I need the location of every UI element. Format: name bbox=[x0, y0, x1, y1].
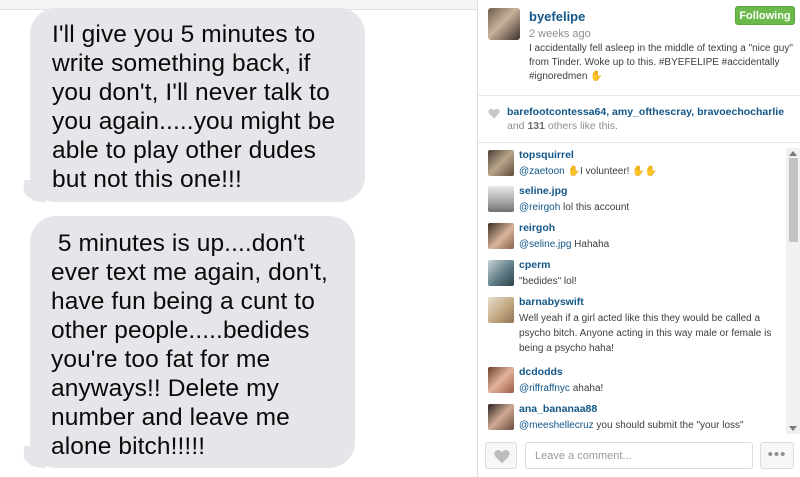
message-line: have fun being a cunt to bbox=[51, 288, 315, 315]
comment-body: Hahaha bbox=[571, 239, 610, 250]
message-line: able to play other dudes bbox=[52, 137, 316, 164]
post-footer: ••• bbox=[478, 434, 800, 477]
comments-list: topsquirrel @zaetoon ✋I volunteer! ✋✋ se… bbox=[478, 148, 786, 434]
commenter-avatar[interactable] bbox=[488, 150, 514, 176]
message-line: anyways!! Delete my bbox=[51, 375, 279, 402]
message-line: you're too fat for me bbox=[51, 346, 271, 373]
comment-body: "bedides" lol! bbox=[519, 276, 577, 287]
following-button[interactable]: Following bbox=[735, 6, 795, 25]
commenter-avatar[interactable] bbox=[488, 186, 514, 212]
message-line: I'll give you 5 minutes to bbox=[52, 21, 316, 48]
comment-text: "bedides" lol! bbox=[519, 274, 781, 289]
heart-icon bbox=[488, 108, 500, 119]
comment-body: ahaha! bbox=[569, 383, 604, 394]
comment-mention[interactable]: @reirgoh bbox=[519, 202, 560, 213]
divider bbox=[478, 95, 800, 96]
comment-username[interactable]: reirgoh bbox=[519, 222, 555, 234]
post-caption: I accidentally fell asleep in the middle… bbox=[529, 43, 793, 82]
liker-link[interactable]: amy_ofthescray bbox=[612, 106, 691, 118]
comment-body: Well yeah if a girl acted like this they… bbox=[519, 313, 772, 354]
owner-avatar[interactable] bbox=[488, 8, 520, 40]
commenter-avatar[interactable] bbox=[488, 404, 514, 430]
comment-mention[interactable]: @zaetoon bbox=[519, 166, 565, 177]
scroll-up-arrow-icon[interactable] bbox=[789, 151, 797, 156]
commenter-avatar[interactable] bbox=[488, 223, 514, 249]
message-line: other people.....bedides bbox=[51, 317, 310, 344]
like-button[interactable] bbox=[485, 442, 517, 469]
comment-body: ✋I volunteer! ✋✋ bbox=[564, 166, 658, 177]
more-options-icon: ••• bbox=[767, 446, 787, 463]
comments-scrollbar[interactable] bbox=[786, 148, 800, 434]
likes-count[interactable]: 131 bbox=[527, 120, 545, 132]
comment-username[interactable]: cperm bbox=[519, 259, 551, 271]
scrollbar-thumb[interactable] bbox=[789, 158, 798, 242]
likes-count-text: and 131 others like this. bbox=[507, 120, 618, 132]
comment-body: lol this account bbox=[560, 202, 630, 213]
comment-username[interactable]: ana_bananaa88 bbox=[519, 403, 597, 415]
comment-username[interactable]: dcdodds bbox=[519, 366, 563, 378]
commenter-avatar[interactable] bbox=[488, 367, 514, 393]
post-header: byefelipe Following 2 weeks ago I accide… bbox=[478, 0, 800, 95]
comment-text: @riffraffnyc ahaha! bbox=[519, 381, 781, 396]
liker-link[interactable]: barefootcontessa64 bbox=[507, 106, 606, 118]
more-options-button[interactable]: ••• bbox=[760, 442, 794, 469]
bubble-tail-cut bbox=[8, 178, 24, 202]
comment-mention[interactable]: @seline.jpg bbox=[519, 239, 571, 250]
comment-text: Well yeah if a girl acted like this they… bbox=[519, 311, 781, 356]
message-line: you don't, I'll never talk to bbox=[52, 79, 330, 106]
comment-mention[interactable]: @meeshellecruz bbox=[519, 420, 594, 431]
bubble-tail-cut bbox=[8, 444, 24, 468]
message-line: number and leave me bbox=[51, 404, 290, 431]
comment-text: @zaetoon ✋I volunteer! ✋✋ bbox=[519, 164, 781, 179]
message-line: ever text me again, don't, bbox=[51, 259, 328, 286]
message-line: but not this one!!! bbox=[52, 166, 242, 193]
comment-username[interactable]: topsquirrel bbox=[519, 149, 574, 161]
message-bubble: 5 minutes is up....don't ever text me ag… bbox=[30, 216, 355, 468]
comment-mention[interactable]: @riffraffnyc bbox=[519, 383, 570, 394]
message-line: 5 minutes is up....don't bbox=[51, 230, 305, 257]
owner-username[interactable]: byefelipe bbox=[529, 9, 585, 24]
post-details-panel: byefelipe Following 2 weeks ago I accide… bbox=[477, 0, 800, 477]
comment-body: you should submit the "your loss" bbox=[593, 420, 744, 431]
comment-text: @meeshellecruz you should submit the "yo… bbox=[519, 418, 781, 433]
message-line: alone bitch!!!!! bbox=[51, 433, 206, 460]
likes-suffix: others like this. bbox=[544, 120, 618, 132]
comment-username[interactable]: seline.jpg bbox=[519, 185, 567, 197]
liker-link[interactable]: bravoechocharlie bbox=[697, 106, 784, 118]
message-line: you again.....you might be bbox=[52, 108, 336, 135]
commenter-avatar[interactable] bbox=[488, 260, 514, 286]
message-line: write something back, if bbox=[52, 50, 311, 77]
comment-text: @seline.jpg Hahaha bbox=[519, 237, 781, 252]
post-timestamp[interactable]: 2 weeks ago bbox=[529, 28, 591, 40]
heart-icon bbox=[494, 449, 510, 464]
post-image: I'll give you 5 minutes to write somethi… bbox=[0, 0, 477, 477]
comment-username[interactable]: barnabyswift bbox=[519, 296, 584, 308]
divider bbox=[478, 142, 800, 143]
likes-summary: barefootcontessa64, amy_ofthescray, brav… bbox=[478, 104, 800, 136]
scroll-down-arrow-icon[interactable] bbox=[789, 426, 797, 431]
likers-list: barefootcontessa64, amy_ofthescray, brav… bbox=[507, 106, 784, 118]
likes-prefix: and bbox=[507, 120, 528, 132]
comment-input[interactable] bbox=[525, 442, 753, 469]
message-bubble: I'll give you 5 minutes to write somethi… bbox=[30, 8, 365, 202]
comment-text: @reirgoh lol this account bbox=[519, 200, 781, 215]
commenter-avatar[interactable] bbox=[488, 297, 514, 323]
